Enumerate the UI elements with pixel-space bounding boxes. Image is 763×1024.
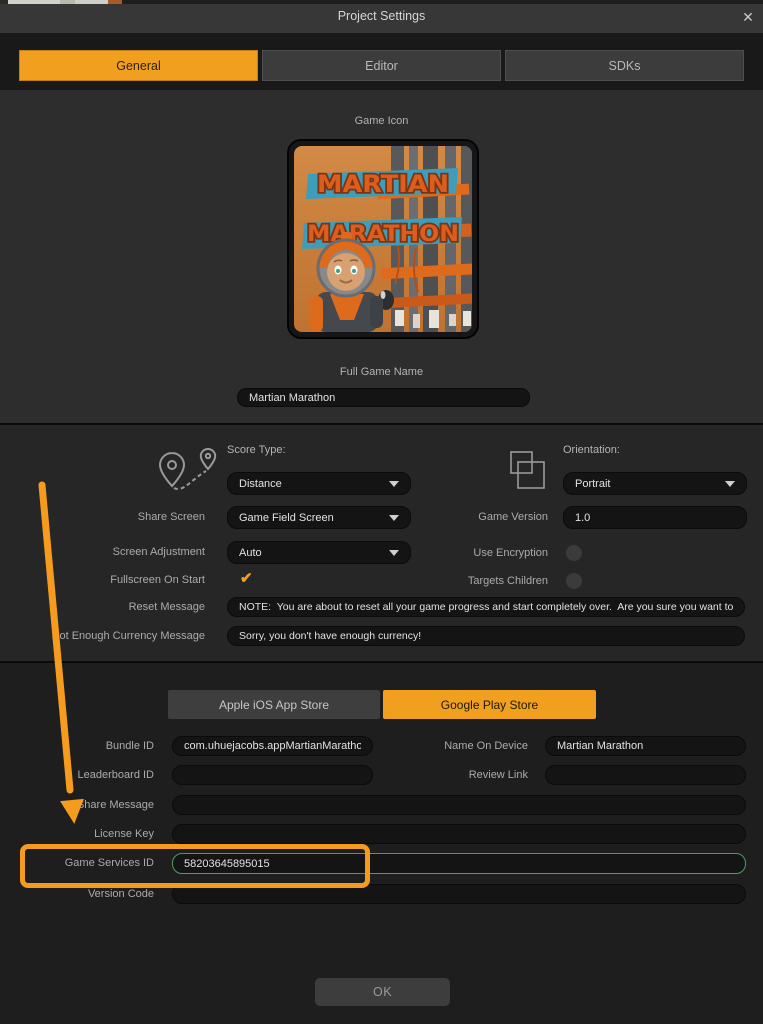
store-tab-google[interactable]: Google Play Store <box>383 690 596 719</box>
icon-title-line2: MARATHON <box>307 222 459 247</box>
close-icon[interactable]: ✕ <box>738 7 758 27</box>
leaderboard-id-input[interactable] <box>172 765 373 785</box>
score-type-dropdown[interactable]: Distance <box>227 472 411 495</box>
share-screen-label: Share Screen <box>25 507 205 527</box>
ok-button[interactable]: OK <box>315 978 450 1006</box>
targets-children-toggle[interactable] <box>566 573 582 589</box>
name-on-device-label: Name On Device <box>360 736 528 756</box>
icon-title-line1: MARTIAN <box>317 170 449 198</box>
background-sliver <box>75 0 108 4</box>
review-link-label: Review Link <box>360 765 528 785</box>
license-key-label: License Key <box>0 824 154 844</box>
share-message-label: Share Message <box>0 795 154 815</box>
chevron-down-icon <box>389 481 399 487</box>
orientation-label: Orientation: <box>563 444 620 456</box>
currency-message-label: Not Enough Currency Message <box>25 626 205 646</box>
project-settings-dialog: Project Settings ✕ General Editor SDKs G… <box>0 0 763 1024</box>
share-message-input[interactable] <box>172 795 746 815</box>
orientation-value: Portrait <box>575 478 610 490</box>
background-sliver <box>122 0 763 4</box>
name-on-device-input[interactable] <box>545 736 746 756</box>
screen-adjustment-value: Auto <box>239 547 262 559</box>
game-icon-image[interactable]: MARTIAN MARATHON <box>294 146 472 332</box>
share-screen-value: Game Field Screen <box>239 512 334 524</box>
checkbox-checked-icon[interactable]: ✔ <box>240 570 253 588</box>
version-code-label: Version Code <box>0 884 154 904</box>
screen-adjustment-label: Screen Adjustment <box>25 542 205 562</box>
tab-sdks[interactable]: SDKs <box>505 50 744 81</box>
game-version-input[interactable] <box>563 506 747 529</box>
fullscreen-on-start-label: Fullscreen On Start <box>25 570 205 590</box>
full-game-name-input[interactable] <box>237 388 530 407</box>
dialog-title: Project Settings <box>0 9 763 23</box>
use-encryption-toggle[interactable] <box>566 545 582 561</box>
review-link-input[interactable] <box>545 765 746 785</box>
game-version-label: Game Version <box>383 507 548 527</box>
score-type-label: Score Type: <box>227 444 286 456</box>
store-tab-apple[interactable]: Apple iOS App Store <box>168 690 380 719</box>
license-key-input[interactable] <box>172 824 746 844</box>
route-pins-icon <box>150 447 224 504</box>
background-sliver <box>60 0 75 4</box>
reset-message-input[interactable] <box>227 597 745 617</box>
game-services-id-input[interactable] <box>172 853 746 874</box>
score-type-value: Distance <box>239 478 282 490</box>
chevron-down-icon <box>725 481 735 487</box>
currency-message-input[interactable] <box>227 626 745 646</box>
bundle-id-input[interactable] <box>172 736 373 756</box>
tab-editor[interactable]: Editor <box>262 50 501 81</box>
game-services-id-label: Game Services ID <box>0 853 154 873</box>
version-code-input[interactable] <box>172 884 746 904</box>
game-icon-label: Game Icon <box>0 115 763 127</box>
orientation-icon <box>504 450 548 497</box>
targets-children-label: Targets Children <box>383 571 548 591</box>
orientation-dropdown[interactable]: Portrait <box>563 472 747 495</box>
leaderboard-id-label: Leaderboard ID <box>0 765 154 785</box>
background-sliver <box>8 0 60 4</box>
full-game-name-label: Full Game Name <box>0 366 763 378</box>
tab-general[interactable]: General <box>19 50 258 81</box>
use-encryption-label: Use Encryption <box>383 543 548 563</box>
background-sliver <box>108 0 122 4</box>
bundle-id-label: Bundle ID <box>0 736 154 756</box>
reset-message-label: Reset Message <box>25 597 205 617</box>
background-sliver <box>0 0 8 4</box>
